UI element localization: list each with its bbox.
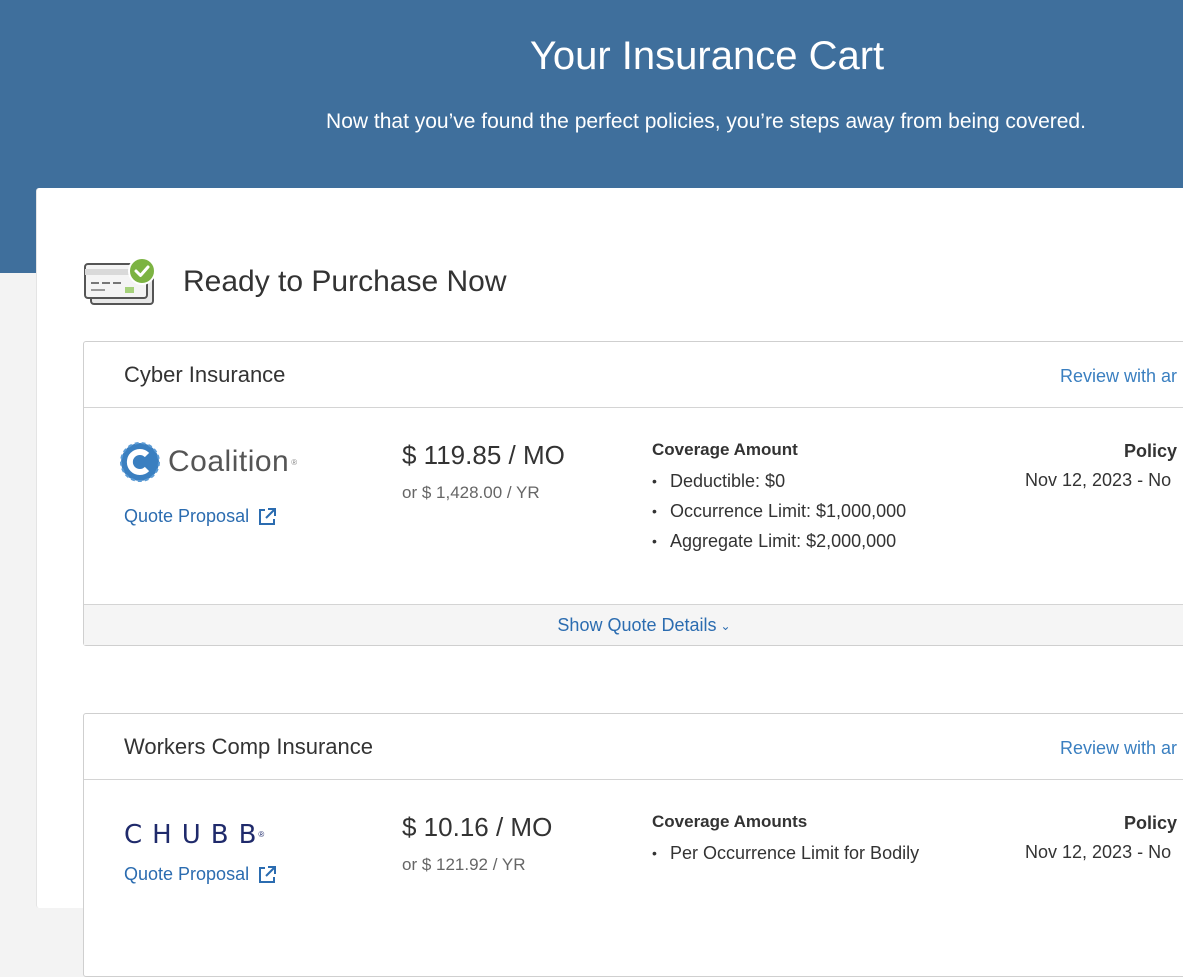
coverage-item: Aggregate Limit: $2,000,000 (652, 526, 972, 556)
card-body: CHUBB® Quote Proposal $ 10.16 / MO or $ … (84, 780, 1183, 976)
policy-card-cyber: Cyber Insurance Review with ar Coalition… (83, 341, 1183, 646)
carrier-name: Coalition (168, 445, 290, 478)
yearly-price: or $ 1,428.00 / YR (402, 483, 540, 502)
coverage-item: Per Occurrence Limit for Bodily (652, 838, 972, 868)
quote-proposal-label: Quote Proposal (124, 864, 250, 884)
quote-proposal-label: Quote Proposal (124, 506, 250, 526)
cart-panel: Ready to Purchase Now Cyber Insurance Re… (36, 188, 1183, 977)
show-quote-details-button[interactable]: Show Quote Details ⌄ (84, 604, 1183, 645)
policy-card-workers-comp: Workers Comp Insurance Review with ar CH… (83, 713, 1183, 977)
page-subtitle: Now that you’ve found the perfect polici… (326, 110, 1086, 133)
review-with-agent-link[interactable]: Review with ar (1060, 366, 1177, 387)
monthly-price: $ 119.85 / MO (402, 440, 565, 470)
carrier-name: CHUBB (124, 820, 267, 850)
quote-proposal-link[interactable]: Quote Proposal (124, 864, 277, 885)
external-link-icon (259, 865, 277, 883)
chubb-logo: CHUBB® (124, 820, 267, 850)
coverage-item: Occurrence Limit: $1,000,000 (652, 496, 972, 526)
page-title: Your Insurance Cart (529, 34, 885, 78)
policy-period-label: Policy (1124, 441, 1178, 461)
coverage-list: Per Occurrence Limit for Bodily (652, 838, 972, 868)
coverage-title: Coverage Amounts (652, 812, 808, 831)
policy-period-label: Policy (1124, 813, 1178, 833)
card-header: Cyber Insurance Review with ar (84, 342, 1183, 408)
quote-proposal-link[interactable]: Quote Proposal (124, 506, 277, 527)
section-title: Ready to Purchase Now (183, 265, 507, 298)
chevron-down-icon: ⌄ (720, 619, 731, 634)
card-header: Workers Comp Insurance Review with ar (84, 714, 1183, 780)
review-with-agent-link[interactable]: Review with ar (1060, 738, 1177, 759)
section-header: Ready to Purchase Now (83, 252, 507, 312)
coverage-list: Deductible: $0 Occurrence Limit: $1,000,… (652, 466, 972, 556)
yearly-price: or $ 121.92 / YR (402, 855, 526, 874)
show-quote-details-label: Show Quote Details (557, 615, 717, 635)
coverage-title: Coverage Amount (652, 440, 798, 459)
external-link-icon (259, 507, 277, 525)
coalition-logo: Coalition ® (120, 442, 297, 482)
coverage-item: Deductible: $0 (652, 466, 972, 496)
policy-type-label: Cyber Insurance (124, 362, 286, 387)
coverage-section: Coverage Amounts Per Occurrence Limit fo… (652, 812, 972, 868)
coalition-mark-icon (120, 442, 160, 482)
card-body: Coalition ® Quote Proposal $ 119.85 / MO … (84, 408, 1183, 604)
policy-period-dates: Nov 12, 2023 - No (1025, 842, 1172, 862)
monthly-price: $ 10.16 / MO (402, 812, 553, 842)
policy-type-label: Workers Comp Insurance (124, 734, 374, 759)
coverage-section: Coverage Amount Deductible: $0 Occurrenc… (652, 440, 972, 556)
credit-card-check-icon (83, 256, 159, 308)
policy-period-dates: Nov 12, 2023 - No (1025, 470, 1172, 490)
